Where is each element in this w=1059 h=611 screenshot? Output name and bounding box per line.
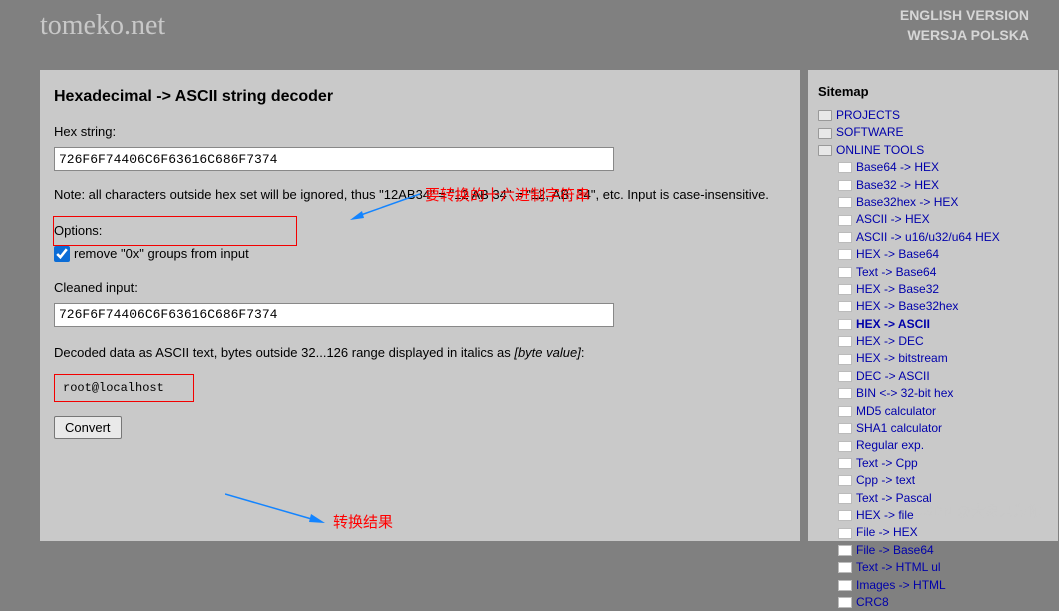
site-logo[interactable]: tomeko.net	[40, 10, 165, 42]
sitemap-tool-link[interactable]: Text -> Cpp	[856, 455, 918, 472]
page-icon	[838, 597, 852, 608]
sitemap-tool-link[interactable]: HEX -> ASCII	[856, 316, 930, 333]
page-icon	[838, 371, 852, 382]
cleaned-input-label: Cleaned input:	[54, 280, 786, 295]
page-icon	[838, 249, 852, 260]
page-icon	[838, 441, 852, 452]
page-icon	[838, 528, 852, 539]
sitemap-tool-link[interactable]: Cpp -> text	[856, 472, 915, 489]
sitemap-top-link[interactable]: SOFTWARE	[836, 124, 904, 141]
folder-icon	[818, 110, 832, 121]
lang-polish-link[interactable]: WERSJA POLSKA	[907, 27, 1029, 43]
page-icon	[838, 232, 852, 243]
sitemap-tool-link[interactable]: Base64 -> HEX	[856, 159, 939, 176]
sitemap-tool-link[interactable]: Text -> Base64	[856, 264, 936, 281]
sitemap-tool-link[interactable]: SHA1 calculator	[856, 420, 942, 437]
cleaned-input[interactable]	[54, 303, 614, 327]
folder-icon	[818, 145, 832, 156]
page-icon	[838, 423, 852, 434]
page-icon	[838, 475, 852, 486]
note-text: Note: all characters outside hex set wil…	[54, 185, 774, 205]
sitemap-tool-link[interactable]: Text -> Pascal	[856, 490, 932, 507]
page-icon	[838, 319, 852, 330]
sitemap-tool-link[interactable]: ASCII -> u16/u32/u64 HEX	[856, 229, 1000, 246]
decoded-label: Decoded data as ASCII text, bytes outsid…	[54, 345, 786, 360]
page-icon	[838, 580, 852, 591]
sitemap-tool-link[interactable]: HEX -> Base64	[856, 246, 939, 263]
sitemap-tool-link[interactable]: BIN <-> 32-bit hex	[856, 385, 953, 402]
sitemap-tool-link[interactable]: File -> Base64	[856, 542, 934, 559]
page-icon	[838, 215, 852, 226]
main-panel: Hexadecimal -> ASCII string decoder Hex …	[40, 70, 800, 541]
page-icon	[838, 510, 852, 521]
page-icon	[838, 545, 852, 556]
page-icon	[838, 301, 852, 312]
remove-0x-label: remove "0x" groups from input	[74, 246, 249, 261]
sitemap-tool-link[interactable]: HEX -> Base32	[856, 281, 939, 298]
sitemap-tool-link[interactable]: File -> HEX	[856, 524, 918, 541]
page-icon	[838, 493, 852, 504]
sitemap-tool-link[interactable]: HEX -> Base32hex	[856, 298, 958, 315]
page-icon	[838, 336, 852, 347]
hex-string-input[interactable]	[54, 147, 614, 171]
lang-english-link[interactable]: ENGLISH VERSION	[900, 7, 1029, 23]
options-label: Options:	[54, 223, 786, 238]
sitemap-tool-link[interactable]: HEX -> DEC	[856, 333, 924, 350]
convert-button[interactable]: Convert	[54, 416, 122, 439]
page-icon	[838, 197, 852, 208]
sitemap-tool-link[interactable]: Base32 -> HEX	[856, 177, 939, 194]
sitemap-top-link[interactable]: ONLINE TOOLS	[836, 142, 924, 159]
folder-icon	[818, 128, 832, 139]
page-icon	[838, 458, 852, 469]
sitemap-tool-link[interactable]: CRC8	[856, 594, 889, 611]
sitemap-title: Sitemap	[818, 84, 1048, 99]
annotation-text-1: 要转换的十六进制字符串	[425, 184, 590, 205]
hex-string-label: Hex string:	[54, 124, 786, 139]
sidebar: Sitemap PROJECTSSOFTWAREONLINE TOOLSBase…	[808, 70, 1058, 541]
sitemap-tool-link[interactable]: Text -> HTML ul	[856, 559, 941, 576]
page-icon	[838, 180, 852, 191]
sitemap-tool-link[interactable]: HEX -> file	[856, 507, 914, 524]
page-icon	[838, 562, 852, 573]
page-icon	[838, 267, 852, 278]
sitemap-tool-link[interactable]: Base32hex -> HEX	[856, 194, 958, 211]
page-icon	[838, 388, 852, 399]
decoded-output: root@localhost	[54, 374, 194, 402]
sitemap-tool-link[interactable]: MD5 calculator	[856, 403, 936, 420]
annotation-text-2: 转换结果	[333, 511, 393, 532]
page-icon	[838, 406, 852, 417]
page-icon	[838, 284, 852, 295]
annotation-arrow-2-icon	[225, 490, 325, 525]
sitemap-top-link[interactable]: PROJECTS	[836, 107, 900, 124]
page-title: Hexadecimal -> ASCII string decoder	[54, 88, 786, 106]
sitemap-tool-link[interactable]: ASCII -> HEX	[856, 211, 930, 228]
remove-0x-checkbox[interactable]	[54, 246, 70, 262]
sitemap-tool-link[interactable]: Images -> HTML	[856, 577, 946, 594]
page-icon	[838, 162, 852, 173]
sitemap-tool-link[interactable]: DEC -> ASCII	[856, 368, 930, 385]
page-icon	[838, 354, 852, 365]
sitemap-tool-link[interactable]: HEX -> bitstream	[856, 350, 948, 367]
sitemap-tool-link[interactable]: Regular exp.	[856, 437, 924, 454]
